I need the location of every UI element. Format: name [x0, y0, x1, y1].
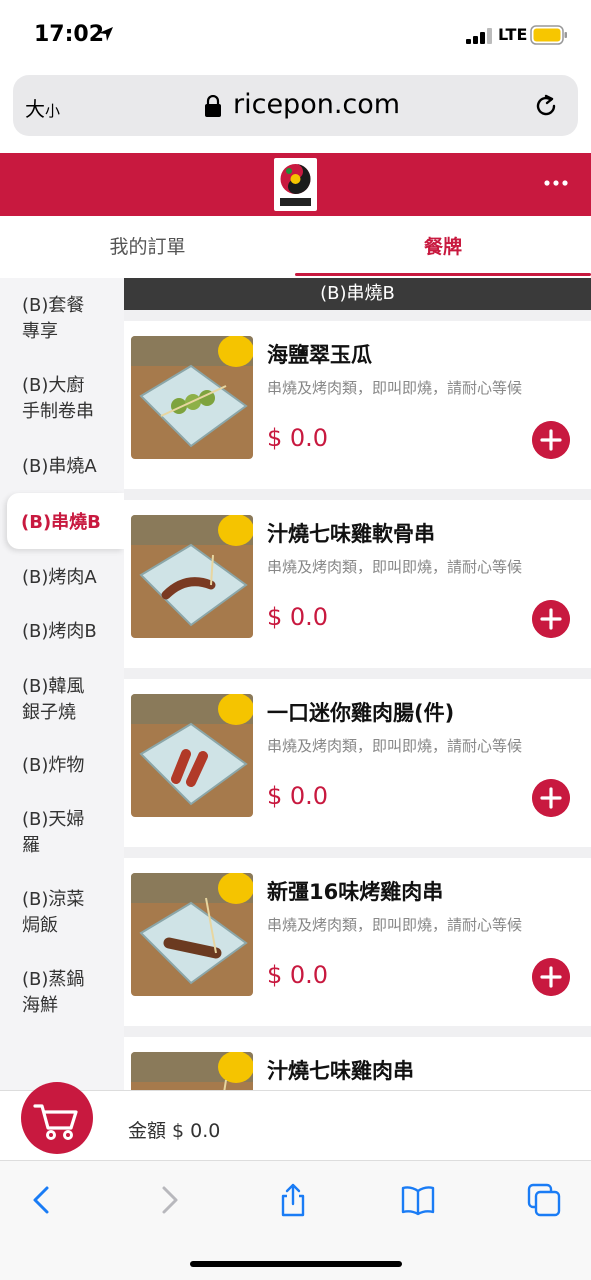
item-price: $ 0.0	[267, 782, 329, 810]
address-bar[interactable]: 大小 ricepon.com	[13, 75, 578, 136]
menu-item[interactable]: 汁燒七味雞肉串	[124, 1037, 591, 1090]
tab-my-orders[interactable]: 我的訂單	[0, 216, 295, 278]
sidebar-item-tempura[interactable]: (B)天婦羅	[22, 807, 122, 859]
menu-list[interactable]: (B)串燒B 海鹽翠玉瓜 串燒及烤肉類，即叫即燒，請耐心等候 $ 0.0 汁燒七…	[124, 278, 591, 1090]
status-bar: 17:02 LTE	[0, 0, 591, 70]
tab-bar: 我的訂單 餐牌	[0, 216, 591, 278]
forward-icon[interactable]	[152, 1183, 186, 1217]
sidebar-item-korean[interactable]: (B)韓風 銀子燒	[22, 674, 122, 726]
item-name: 汁燒七味雞肉串	[267, 1059, 414, 1083]
status-time: 17:02	[34, 22, 105, 47]
item-name: 一口迷你雞肉腸(件)	[267, 701, 455, 725]
item-name: 汁燒七味雞軟骨串	[267, 522, 435, 546]
menu-item[interactable]: 海鹽翠玉瓜 串燒及烤肉類，即叫即燒，請耐心等候 $ 0.0	[124, 321, 591, 489]
lock-icon	[205, 95, 221, 117]
item-photo	[131, 694, 253, 817]
sidebar-item-fried[interactable]: (B)炸物	[22, 753, 122, 779]
item-photo	[131, 873, 253, 996]
home-indicator	[190, 1261, 402, 1267]
location-arrow-icon	[99, 27, 113, 41]
item-description: 串燒及烤肉類，即叫即燒，請耐心等候	[267, 737, 523, 755]
cart-button[interactable]	[21, 1082, 93, 1154]
add-to-cart-button[interactable]	[532, 421, 570, 459]
app-header	[0, 153, 591, 216]
sidebar-item-grill-b[interactable]: (B)烤肉B	[22, 619, 122, 645]
sidebar-item-cold-dishes[interactable]: (B)涼菜 焗飯	[22, 887, 122, 939]
item-description: 串燒及烤肉類，即叫即燒，請耐心等候	[267, 558, 523, 576]
share-icon[interactable]	[276, 1183, 310, 1217]
add-to-cart-button[interactable]	[532, 958, 570, 996]
tabs-icon[interactable]	[527, 1183, 561, 1217]
brand-logo[interactable]	[274, 158, 317, 211]
signal-icon	[466, 28, 492, 44]
add-to-cart-button[interactable]	[532, 600, 570, 638]
item-photo	[131, 336, 253, 459]
category-sidebar: (B)套餐 專享 (B)大廚 手制卷串 (B)串燒A (B)串燒B (B)烤肉A (…	[0, 278, 124, 1090]
item-description: 串燒及烤肉類，即叫即燒，請耐心等候	[267, 379, 523, 397]
more-icon[interactable]	[543, 179, 569, 187]
bookmarks-icon[interactable]	[401, 1183, 435, 1217]
reload-icon[interactable]	[533, 93, 559, 119]
sidebar-item-skewers-a[interactable]: (B)串燒A	[22, 454, 122, 480]
item-name: 海鹽翠玉瓜	[267, 343, 372, 367]
item-photo	[131, 1052, 253, 1090]
item-price: $ 0.0	[267, 961, 329, 989]
menu-item[interactable]: 汁燒七味雞軟骨串 串燒及烤肉類，即叫即燒，請耐心等候 $ 0.0	[124, 500, 591, 668]
active-tab-indicator	[295, 273, 591, 276]
url-text[interactable]: ricepon.com	[233, 89, 400, 120]
item-photo	[131, 515, 253, 638]
cart-bar: 金額 $ 0.0	[0, 1082, 591, 1160]
network-type: LTE	[498, 25, 528, 44]
item-name: 新彊16味烤雞肉串	[267, 880, 444, 904]
sidebar-item-set-meal[interactable]: (B)套餐 專享	[22, 293, 122, 345]
item-description: 串燒及烤肉類，即叫即燒，請耐心等候	[267, 916, 523, 934]
cart-total: 金額 $ 0.0	[128, 1120, 221, 1142]
menu-item[interactable]: 新彊16味烤雞肉串 串燒及烤肉類，即叫即燒，請耐心等候 $ 0.0	[124, 858, 591, 1026]
battery-icon	[530, 25, 567, 45]
sidebar-item-grill-a[interactable]: (B)烤肉A	[22, 565, 122, 591]
sidebar-item-skewers-b[interactable]: (B)串燒B	[7, 493, 124, 549]
tab-menu[interactable]: 餐牌	[295, 216, 591, 278]
category-header: (B)串燒B	[124, 278, 591, 310]
item-price: $ 0.0	[267, 603, 329, 631]
sidebar-item-seafood[interactable]: (B)蒸鍋 海鮮	[22, 967, 122, 1019]
sidebar-item-chef-rolls[interactable]: (B)大廚 手制卷串	[22, 373, 122, 425]
add-to-cart-button[interactable]	[532, 779, 570, 817]
cart-icon	[33, 1104, 78, 1140]
text-size-button[interactable]: 大小	[25, 93, 60, 122]
item-price: $ 0.0	[267, 424, 329, 452]
menu-item[interactable]: 一口迷你雞肉腸(件) 串燒及烤肉類，即叫即燒，請耐心等候 $ 0.0	[124, 679, 591, 847]
logo-mark-icon	[280, 164, 311, 206]
back-icon[interactable]	[25, 1183, 59, 1217]
